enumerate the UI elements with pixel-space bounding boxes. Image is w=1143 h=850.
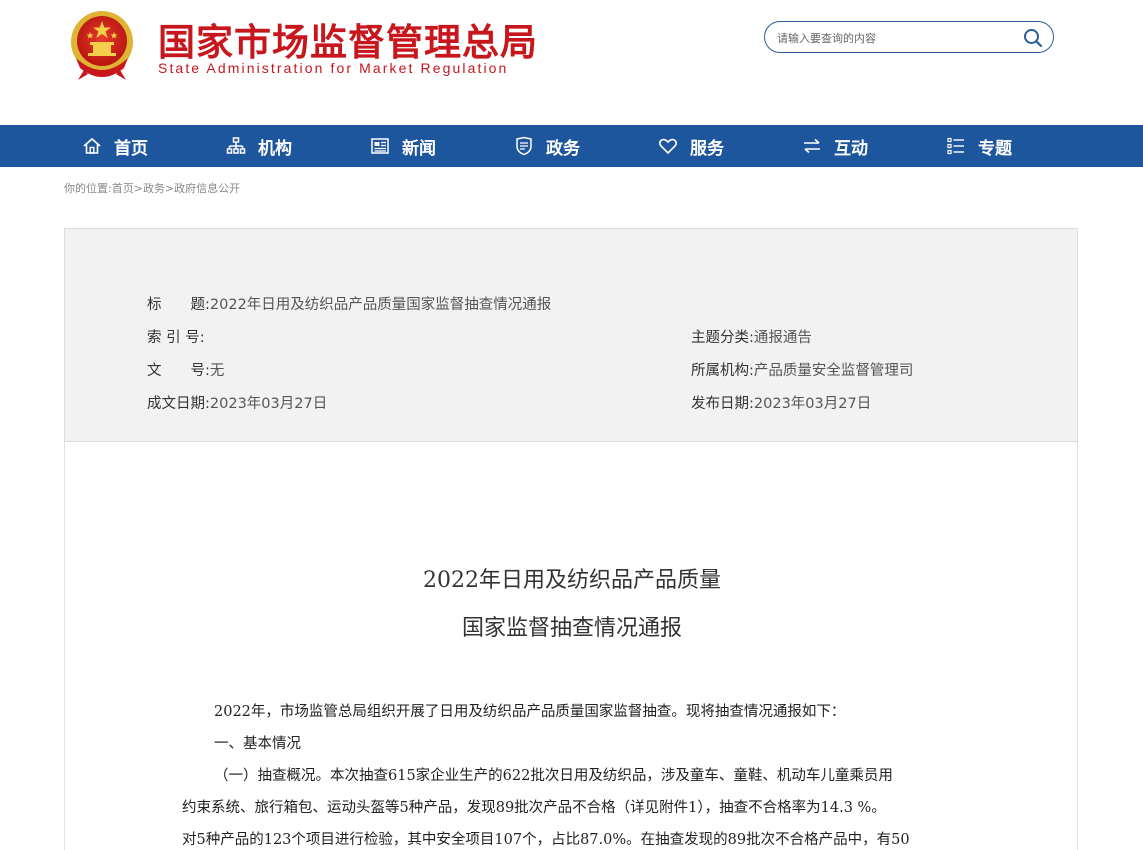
- meta-date-pub: 发布日期:2023年03月27日: [691, 392, 871, 413]
- search-input[interactable]: [775, 27, 1019, 49]
- article-paragraph: （一）抽查概况。本次抽查615家企业生产的622批次日用及纺织品，涉及童车、童鞋…: [214, 768, 893, 784]
- meta-index-label: 索 引 号:: [147, 330, 205, 346]
- shield-book-icon: [516, 136, 532, 156]
- breadcrumb-prefix: 你的位置:: [64, 182, 112, 195]
- meta-date-made-label: 成文日期:: [147, 396, 210, 412]
- breadcrumb-link-home[interactable]: 首页: [112, 182, 134, 195]
- meta-topic-label: 主题分类:: [691, 330, 754, 346]
- meta-topic: 主题分类:通报通告: [691, 326, 812, 347]
- nav-label-interact: 互动: [834, 138, 868, 159]
- nav-label-affairs: 政务: [546, 138, 580, 159]
- meta-docno-value: 无: [209, 363, 225, 379]
- newspaper-icon: [371, 138, 389, 154]
- site-title-cn[interactable]: 国家市场监督管理总局: [158, 12, 538, 66]
- list-icon: [947, 137, 964, 155]
- nav-label-service: 服务: [690, 138, 724, 159]
- breadcrumb-separator: >: [164, 182, 175, 195]
- article-paragraph: 约束系统、旅行箱包、运动头盔等5种产品，发现89批次产品不合格（详见附件1），抽…: [182, 800, 886, 816]
- meta-title-label: 标 题:: [147, 297, 210, 313]
- nav-label-home: 首页: [114, 138, 148, 159]
- meta-org-label: 所属机构:: [691, 363, 754, 379]
- nav-label-org: 机构: [258, 138, 292, 159]
- breadcrumb: 你的位置:首页>政务>政府信息公开: [64, 180, 240, 196]
- meta-docno: 文 号:无: [147, 359, 224, 380]
- header: 国家市场监督管理总局 State Administration for Mark…: [0, 0, 1143, 125]
- article-title-line1: 2022年日用及纺织品产品质量: [423, 568, 721, 593]
- nav-item-home[interactable]: 首页: [82, 125, 148, 167]
- main-nav: 首页 机构 新闻 政务 服务 互动 专题: [0, 125, 1143, 167]
- article-paragraph: 2022年，市场监管总局组织开展了日用及纺织品产品质量国家监督抽查。现将抽查情况…: [214, 704, 846, 720]
- document-meta-box: 标 题:2022年日用及纺织品产品质量国家监督抽查情况通报 索 引 号: 文 号…: [64, 228, 1078, 442]
- nav-item-service[interactable]: 服务: [658, 125, 724, 167]
- meta-docno-label: 文 号:: [147, 363, 210, 379]
- meta-date-made: 成文日期:2023年03月27日: [147, 392, 327, 413]
- breadcrumb-link-info[interactable]: 政府信息公开: [174, 182, 240, 195]
- meta-date-made-value: 2023年03月27日: [209, 396, 328, 412]
- breadcrumb-separator: >: [133, 182, 143, 195]
- heart-icon: [658, 138, 678, 155]
- meta-title: 标 题:2022年日用及纺织品产品质量国家监督抽查情况通报: [147, 293, 551, 314]
- org-chart-icon: [226, 137, 246, 154]
- meta-index: 索 引 号:: [147, 326, 205, 347]
- nav-item-topics[interactable]: 专题: [946, 125, 1012, 167]
- site-title-en[interactable]: State Administration for Market Regulati…: [158, 60, 508, 76]
- home-icon: [83, 137, 101, 154]
- search-icon[interactable]: [1023, 28, 1043, 48]
- nav-item-org[interactable]: 机构: [226, 125, 292, 167]
- meta-org: 所属机构:产品质量安全监督管理司: [691, 359, 913, 380]
- exchange-arrows-icon: [804, 138, 820, 154]
- nav-item-affairs[interactable]: 政务: [514, 125, 580, 167]
- meta-date-pub-label: 发布日期:: [691, 396, 754, 412]
- meta-topic-value: 通报通告: [753, 330, 812, 346]
- article-paragraph: 对5种产品的123个项目进行检验，其中安全项目107个，占比87.0%。在抽查发…: [182, 832, 910, 848]
- nav-label-news: 新闻: [402, 138, 436, 159]
- meta-org-value: 产品质量安全监督管理司: [753, 363, 914, 379]
- search-box: [764, 21, 1054, 53]
- nav-label-topics: 专题: [978, 138, 1012, 159]
- meta-title-value: 2022年日用及纺织品产品质量国家监督抽查情况通报: [209, 297, 552, 313]
- nav-item-news[interactable]: 新闻: [370, 125, 436, 167]
- article-content: 2022年日用及纺织品产品质量 国家监督抽查情况通报 2022年，市场监管总局组…: [64, 442, 1078, 850]
- national-emblem-icon: [71, 11, 133, 80]
- meta-date-pub-value: 2023年03月27日: [753, 396, 872, 412]
- article-paragraph: 一、基本情况: [214, 736, 301, 752]
- nav-item-interact[interactable]: 互动: [802, 125, 868, 167]
- breadcrumb-link-affairs[interactable]: 政务: [143, 182, 165, 195]
- article-title-line2: 国家监督抽查情况通报: [461, 616, 682, 641]
